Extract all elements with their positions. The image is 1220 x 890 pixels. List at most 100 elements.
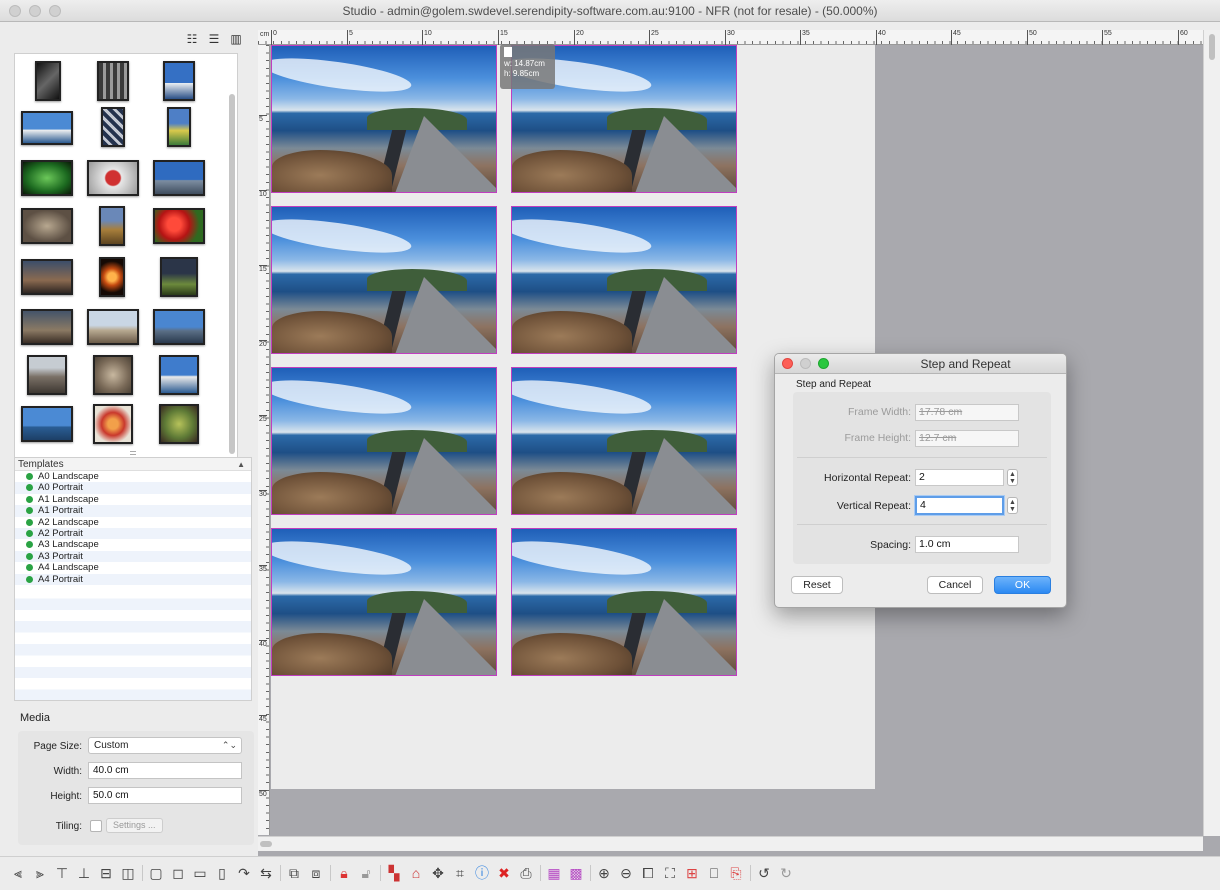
height-field[interactable]: 50.0 cm: [88, 787, 242, 804]
bring-forward-icon[interactable]: ⧉: [286, 864, 302, 882]
template-item[interactable]: A0 Portrait: [15, 482, 251, 494]
photo-frame[interactable]: [271, 206, 497, 354]
grid-fill-icon[interactable]: ▦: [546, 864, 562, 882]
cancel-button[interactable]: Cancel: [927, 576, 983, 594]
image-thumbnail[interactable]: [99, 257, 125, 297]
image-thumbnail[interactable]: [99, 206, 125, 246]
template-item[interactable]: A3 Landscape: [15, 539, 251, 550]
frame-border-icon[interactable]: ▯: [214, 864, 230, 882]
image-thumbnail[interactable]: [21, 406, 73, 442]
image-thumbnail[interactable]: [87, 309, 139, 345]
send-backward-icon[interactable]: ⧈: [308, 864, 324, 882]
pdf-icon[interactable]: ⎘: [728, 864, 744, 882]
photo-frame[interactable]: [271, 45, 497, 193]
image-thumbnail[interactable]: [101, 107, 125, 147]
page-size-select[interactable]: Custom ⌃⌄: [88, 737, 242, 754]
rounded-frame-icon[interactable]: ◻: [170, 864, 186, 882]
list-view-icon[interactable]: ☰: [206, 32, 222, 46]
lock-icon[interactable]: 🔒︎: [336, 864, 352, 882]
align-center-horizontal-icon[interactable]: ◫: [120, 864, 136, 882]
spacing-field[interactable]: 1.0 cm: [915, 536, 1019, 553]
image-thumbnail[interactable]: [21, 259, 73, 295]
sort-up-icon[interactable]: ▲: [237, 458, 245, 471]
panel-splitter-handle[interactable]: [130, 451, 136, 455]
print-icon[interactable]: ⎙: [518, 864, 534, 882]
template-item[interactable]: A1 Portrait: [15, 505, 251, 517]
page-preview-icon[interactable]: ⎕: [706, 864, 722, 882]
zoom-in-icon[interactable]: ⊕: [596, 864, 612, 882]
vertical-repeat-field[interactable]: 4: [915, 496, 1004, 515]
grid-view-icon[interactable]: ☷: [184, 32, 200, 46]
step-repeat-icon[interactable]: ▩: [568, 864, 584, 882]
template-item[interactable]: A4 Landscape: [15, 562, 251, 573]
template-item[interactable]: A2 Landscape: [15, 517, 251, 528]
vertical-repeat-stepper[interactable]: ▲ ▼: [1007, 497, 1018, 514]
template-item[interactable]: A4 Portrait: [15, 573, 251, 585]
column-view-icon[interactable]: ▥: [228, 32, 244, 46]
unlock-icon[interactable]: 🔓︎: [358, 864, 374, 882]
ok-button[interactable]: OK: [994, 576, 1051, 594]
image-thumbnail[interactable]: [167, 107, 191, 147]
image-thumbnail[interactable]: [160, 257, 198, 297]
redo-icon[interactable]: ↻: [778, 864, 794, 882]
image-thumbnail[interactable]: [153, 309, 205, 345]
frame-shadow-icon[interactable]: ▭: [192, 864, 208, 882]
width-field[interactable]: 40.0 cm: [88, 762, 242, 779]
new-frame-icon[interactable]: ▢: [148, 864, 164, 882]
image-thumbnail-grid[interactable]: [14, 53, 238, 471]
undo-icon[interactable]: ↺: [756, 864, 772, 882]
image-thumbnail[interactable]: [159, 404, 199, 444]
align-top-icon[interactable]: ⊤: [54, 864, 70, 882]
canvas-vertical-scrollbar[interactable]: [1203, 30, 1220, 836]
tiling-checkbox[interactable]: [90, 820, 102, 832]
reset-button[interactable]: Reset: [791, 576, 843, 594]
photo-frame[interactable]: [271, 367, 497, 515]
delete-icon[interactable]: ✖: [496, 864, 512, 882]
scroll-knob[interactable]: [260, 841, 272, 847]
image-thumbnail[interactable]: [97, 61, 129, 101]
image-thumbnail[interactable]: [93, 404, 133, 444]
align-left-icon[interactable]: ⫷: [10, 864, 26, 882]
photo-frame[interactable]: [511, 367, 737, 515]
image-thumbnail[interactable]: [87, 160, 139, 196]
fullscreen-icon[interactable]: ⛶: [662, 864, 678, 882]
align-right-icon[interactable]: ⫸: [32, 864, 48, 882]
image-thumbnail[interactable]: [163, 61, 195, 101]
move-icon[interactable]: ✥: [430, 864, 446, 882]
align-center-vertical-icon[interactable]: ⊟: [98, 864, 114, 882]
image-thumbnail[interactable]: [21, 160, 73, 196]
scroll-knob[interactable]: [1209, 34, 1215, 60]
align-bottom-icon[interactable]: ⊥: [76, 864, 92, 882]
image-thumbnail[interactable]: [21, 111, 73, 145]
crop-icon[interactable]: ⌗: [452, 864, 468, 882]
template-item[interactable]: A0 Landscape: [15, 471, 251, 482]
image-thumbnail[interactable]: [27, 355, 67, 395]
thumbnail-scrollbar[interactable]: [229, 94, 235, 454]
camera-icon[interactable]: ⌂: [408, 864, 424, 882]
rotate-icon[interactable]: ↷: [236, 864, 252, 882]
image-thumbnail[interactable]: [159, 355, 199, 395]
photo-frame[interactable]: [511, 206, 737, 354]
info-icon[interactable]: ⓘ: [474, 864, 490, 882]
fit-page-icon[interactable]: ⧠: [640, 864, 656, 882]
image-thumbnail[interactable]: [21, 309, 73, 345]
photo-frame[interactable]: [271, 528, 497, 676]
horizontal-repeat-stepper[interactable]: ▲ ▼: [1007, 469, 1018, 486]
zoom-out-icon[interactable]: ⊖: [618, 864, 634, 882]
template-item[interactable]: A2 Portrait: [15, 527, 251, 540]
image-thumbnail[interactable]: [35, 61, 61, 101]
color-swatch-icon[interactable]: ▚: [386, 864, 402, 882]
horizontal-repeat-field[interactable]: 2: [915, 469, 1004, 486]
template-item[interactable]: A1 Landscape: [15, 494, 251, 505]
templates-header[interactable]: Templates ▲: [15, 458, 251, 471]
tiling-settings-button[interactable]: Settings ...: [106, 818, 163, 833]
image-thumbnail[interactable]: [153, 208, 205, 244]
flip-icon[interactable]: ⇆: [258, 864, 274, 882]
template-item[interactable]: A3 Portrait: [15, 550, 251, 563]
image-thumbnail[interactable]: [21, 208, 73, 244]
fit-selection-icon[interactable]: ⊞: [684, 864, 700, 882]
image-thumbnail[interactable]: [93, 355, 133, 395]
canvas-horizontal-scrollbar[interactable]: [258, 836, 1203, 851]
photo-frame[interactable]: [511, 528, 737, 676]
image-thumbnail[interactable]: [153, 160, 205, 196]
